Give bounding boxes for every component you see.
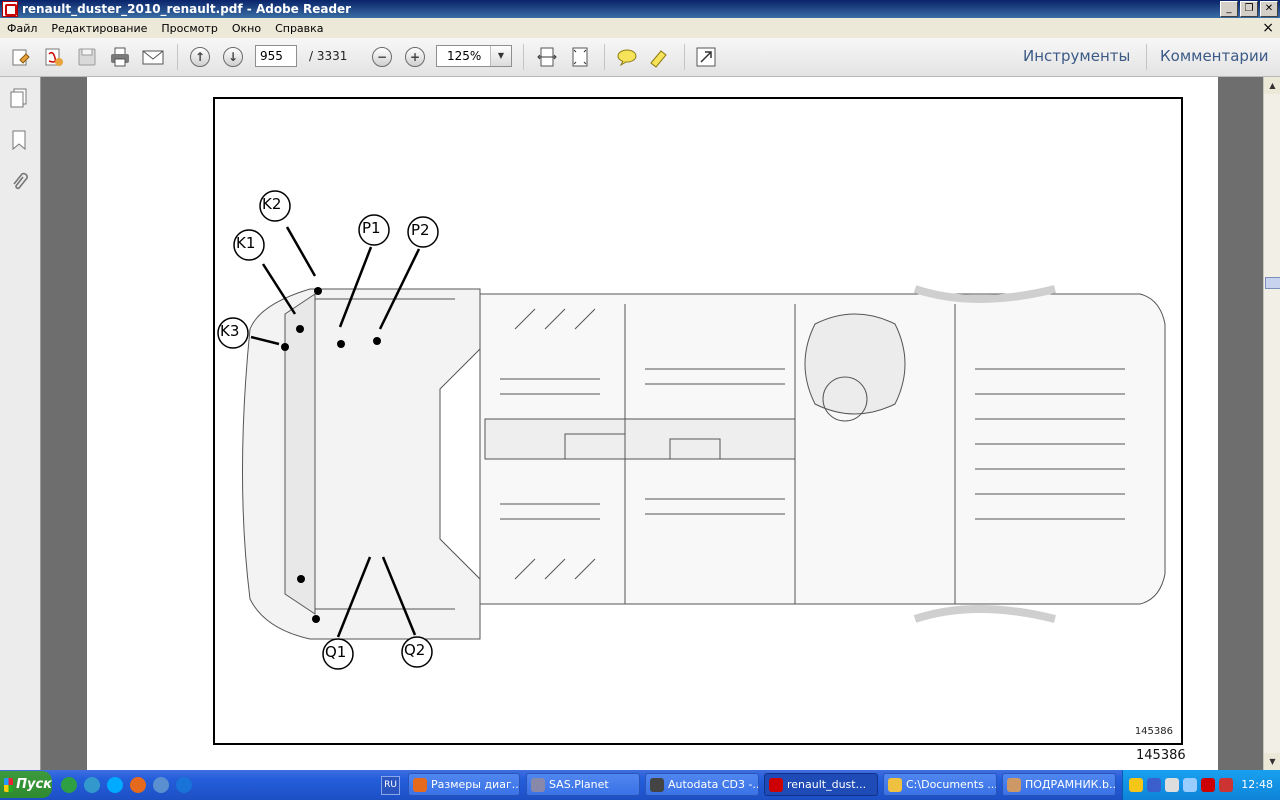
page-thumbnails-icon[interactable] — [9, 87, 29, 109]
fit-page-icon — [572, 47, 588, 67]
task-label: C:\Documents ... — [906, 778, 997, 791]
clock: 12:48 — [1241, 778, 1273, 791]
callout-label-p1: P1 — [362, 219, 381, 237]
fit-width-button[interactable] — [535, 45, 559, 69]
title-bar: renault_duster_2010_renault.pdf - Adobe … — [0, 0, 1280, 18]
tray-monitor-icon[interactable] — [1183, 778, 1197, 792]
task-podramnik[interactable]: ПОДРАМНИК.b... — [1002, 773, 1116, 796]
task-label: Autodata CD3 -... — [668, 778, 759, 791]
print-icon[interactable] — [108, 45, 132, 69]
tray-adobe-icon[interactable] — [1201, 778, 1215, 792]
callout-label-k1: K1 — [236, 234, 256, 252]
task-label: Размеры диаг... — [431, 778, 520, 791]
page-number-input[interactable]: 955 — [255, 45, 297, 67]
tray-volume-icon[interactable] — [1165, 778, 1179, 792]
fit-page-button[interactable] — [568, 45, 592, 69]
skype-icon[interactable] — [107, 777, 123, 793]
arrow-down-icon: ↓ — [223, 47, 243, 67]
highlight-button[interactable] — [647, 45, 671, 69]
zoom-value: 125% — [447, 49, 482, 63]
restore-button[interactable]: ❐ — [1240, 1, 1258, 17]
callout-label-k2: K2 — [262, 195, 282, 213]
sticky-note-icon — [617, 49, 637, 67]
menu-window[interactable]: Окно — [225, 22, 268, 35]
pdf-page: K2 K1 K3 P1 P2 Q1 Q2 145386 145386 — [87, 77, 1218, 770]
email-icon[interactable] — [141, 45, 165, 69]
full-screen-button[interactable] — [694, 45, 718, 69]
bookmarks-icon[interactable] — [9, 129, 29, 151]
vertical-scrollbar[interactable]: ▲ ▼ — [1263, 77, 1280, 770]
taskbar: Пуск Размеры диаг... SAS.Planet Autodata… — [0, 770, 1280, 800]
figure-frame: K2 K1 K3 P1 P2 Q1 Q2 145386 — [213, 97, 1183, 745]
figure-inner-number: 145386 — [1134, 726, 1173, 737]
system-tray: 12:48 — [1122, 770, 1280, 800]
callout-label-q1: Q1 — [325, 643, 347, 661]
minimize-button[interactable]: _ — [1220, 1, 1238, 17]
highlight-icon — [650, 50, 667, 68]
zoom-in-button[interactable]: + — [403, 45, 427, 69]
adobe-reader-icon — [2, 1, 18, 17]
comments-link[interactable]: Комментарии — [1160, 47, 1268, 65]
create-pdf-icon[interactable] — [42, 45, 66, 69]
minus-icon: − — [372, 47, 392, 67]
tray-antivirus-icon[interactable] — [1219, 778, 1233, 792]
start-button[interactable]: Пуск — [0, 771, 52, 798]
previous-page-button[interactable]: ↑ — [188, 45, 212, 69]
callout-label-k3: K3 — [220, 322, 240, 340]
menu-view[interactable]: Просмотр — [154, 22, 224, 35]
callout-label-q2: Q2 — [404, 641, 426, 659]
window-title: renault_duster_2010_renault.pdf - Adobe … — [22, 2, 352, 16]
scroll-down-icon[interactable]: ▼ — [1264, 753, 1280, 770]
tools-link[interactable]: Инструменты — [1023, 47, 1130, 65]
callout-label-p2: P2 — [411, 221, 430, 239]
task-adobe-reader[interactable]: renault_dust... — [764, 773, 878, 796]
windows-logo-icon — [4, 777, 14, 792]
attachments-icon[interactable] — [9, 171, 29, 193]
quicklaunch-icon[interactable] — [84, 777, 100, 793]
figure-caption: 145386 — [1136, 748, 1186, 763]
zoom-select[interactable]: 125% ▼ — [436, 45, 512, 67]
firefox-icon[interactable] — [130, 777, 146, 793]
chevron-down-icon[interactable]: ▼ — [490, 46, 511, 66]
plus-icon: + — [405, 47, 425, 67]
scrollbar-thumb[interactable] — [1265, 277, 1280, 289]
document-close-button[interactable]: × — [1262, 20, 1274, 36]
page-total: / 3331 — [309, 49, 348, 63]
next-page-button[interactable]: ↓ — [221, 45, 245, 69]
close-button[interactable]: ✕ — [1260, 1, 1278, 17]
task-autodata[interactable]: Autodata CD3 -... — [645, 773, 759, 796]
task-label: renault_dust... — [787, 778, 867, 791]
menu-bar: Файл Редактирование Просмотр Окно Справк… — [0, 18, 1280, 38]
desktop-icon[interactable] — [153, 777, 169, 793]
language-indicator[interactable]: RU — [381, 776, 400, 795]
menu-file[interactable]: Файл — [0, 22, 44, 35]
save-icon[interactable] — [75, 45, 99, 69]
task-label: SAS.Planet — [549, 778, 609, 791]
arrow-up-icon: ↑ — [190, 47, 210, 67]
menu-edit[interactable]: Редактирование — [44, 22, 154, 35]
internet-explorer-icon[interactable] — [176, 777, 192, 793]
expand-icon — [696, 47, 716, 67]
open-icon[interactable] — [9, 45, 33, 69]
tray-bee-icon[interactable] — [1129, 778, 1143, 792]
document-view[interactable]: K2 K1 K3 P1 P2 Q1 Q2 145386 145386 — [41, 77, 1263, 770]
scroll-up-icon[interactable]: ▲ — [1264, 77, 1280, 94]
menu-help[interactable]: Справка — [268, 22, 330, 35]
task-firefox[interactable]: Размеры диаг... — [408, 773, 520, 796]
utorrent-icon[interactable] — [61, 777, 77, 793]
task-label: ПОДРАМНИК.b... — [1025, 778, 1116, 791]
tray-network-icon[interactable] — [1147, 778, 1161, 792]
fit-width-icon — [537, 47, 557, 67]
task-sasplanet[interactable]: SAS.Planet — [526, 773, 640, 796]
navigation-panel — [0, 77, 41, 770]
start-label: Пуск — [16, 777, 52, 792]
zoom-out-button[interactable]: − — [370, 45, 394, 69]
vehicle-underbody-drawing — [217, 190, 1166, 670]
add-comment-button[interactable] — [615, 45, 639, 69]
task-explorer[interactable]: C:\Documents ... — [883, 773, 997, 796]
